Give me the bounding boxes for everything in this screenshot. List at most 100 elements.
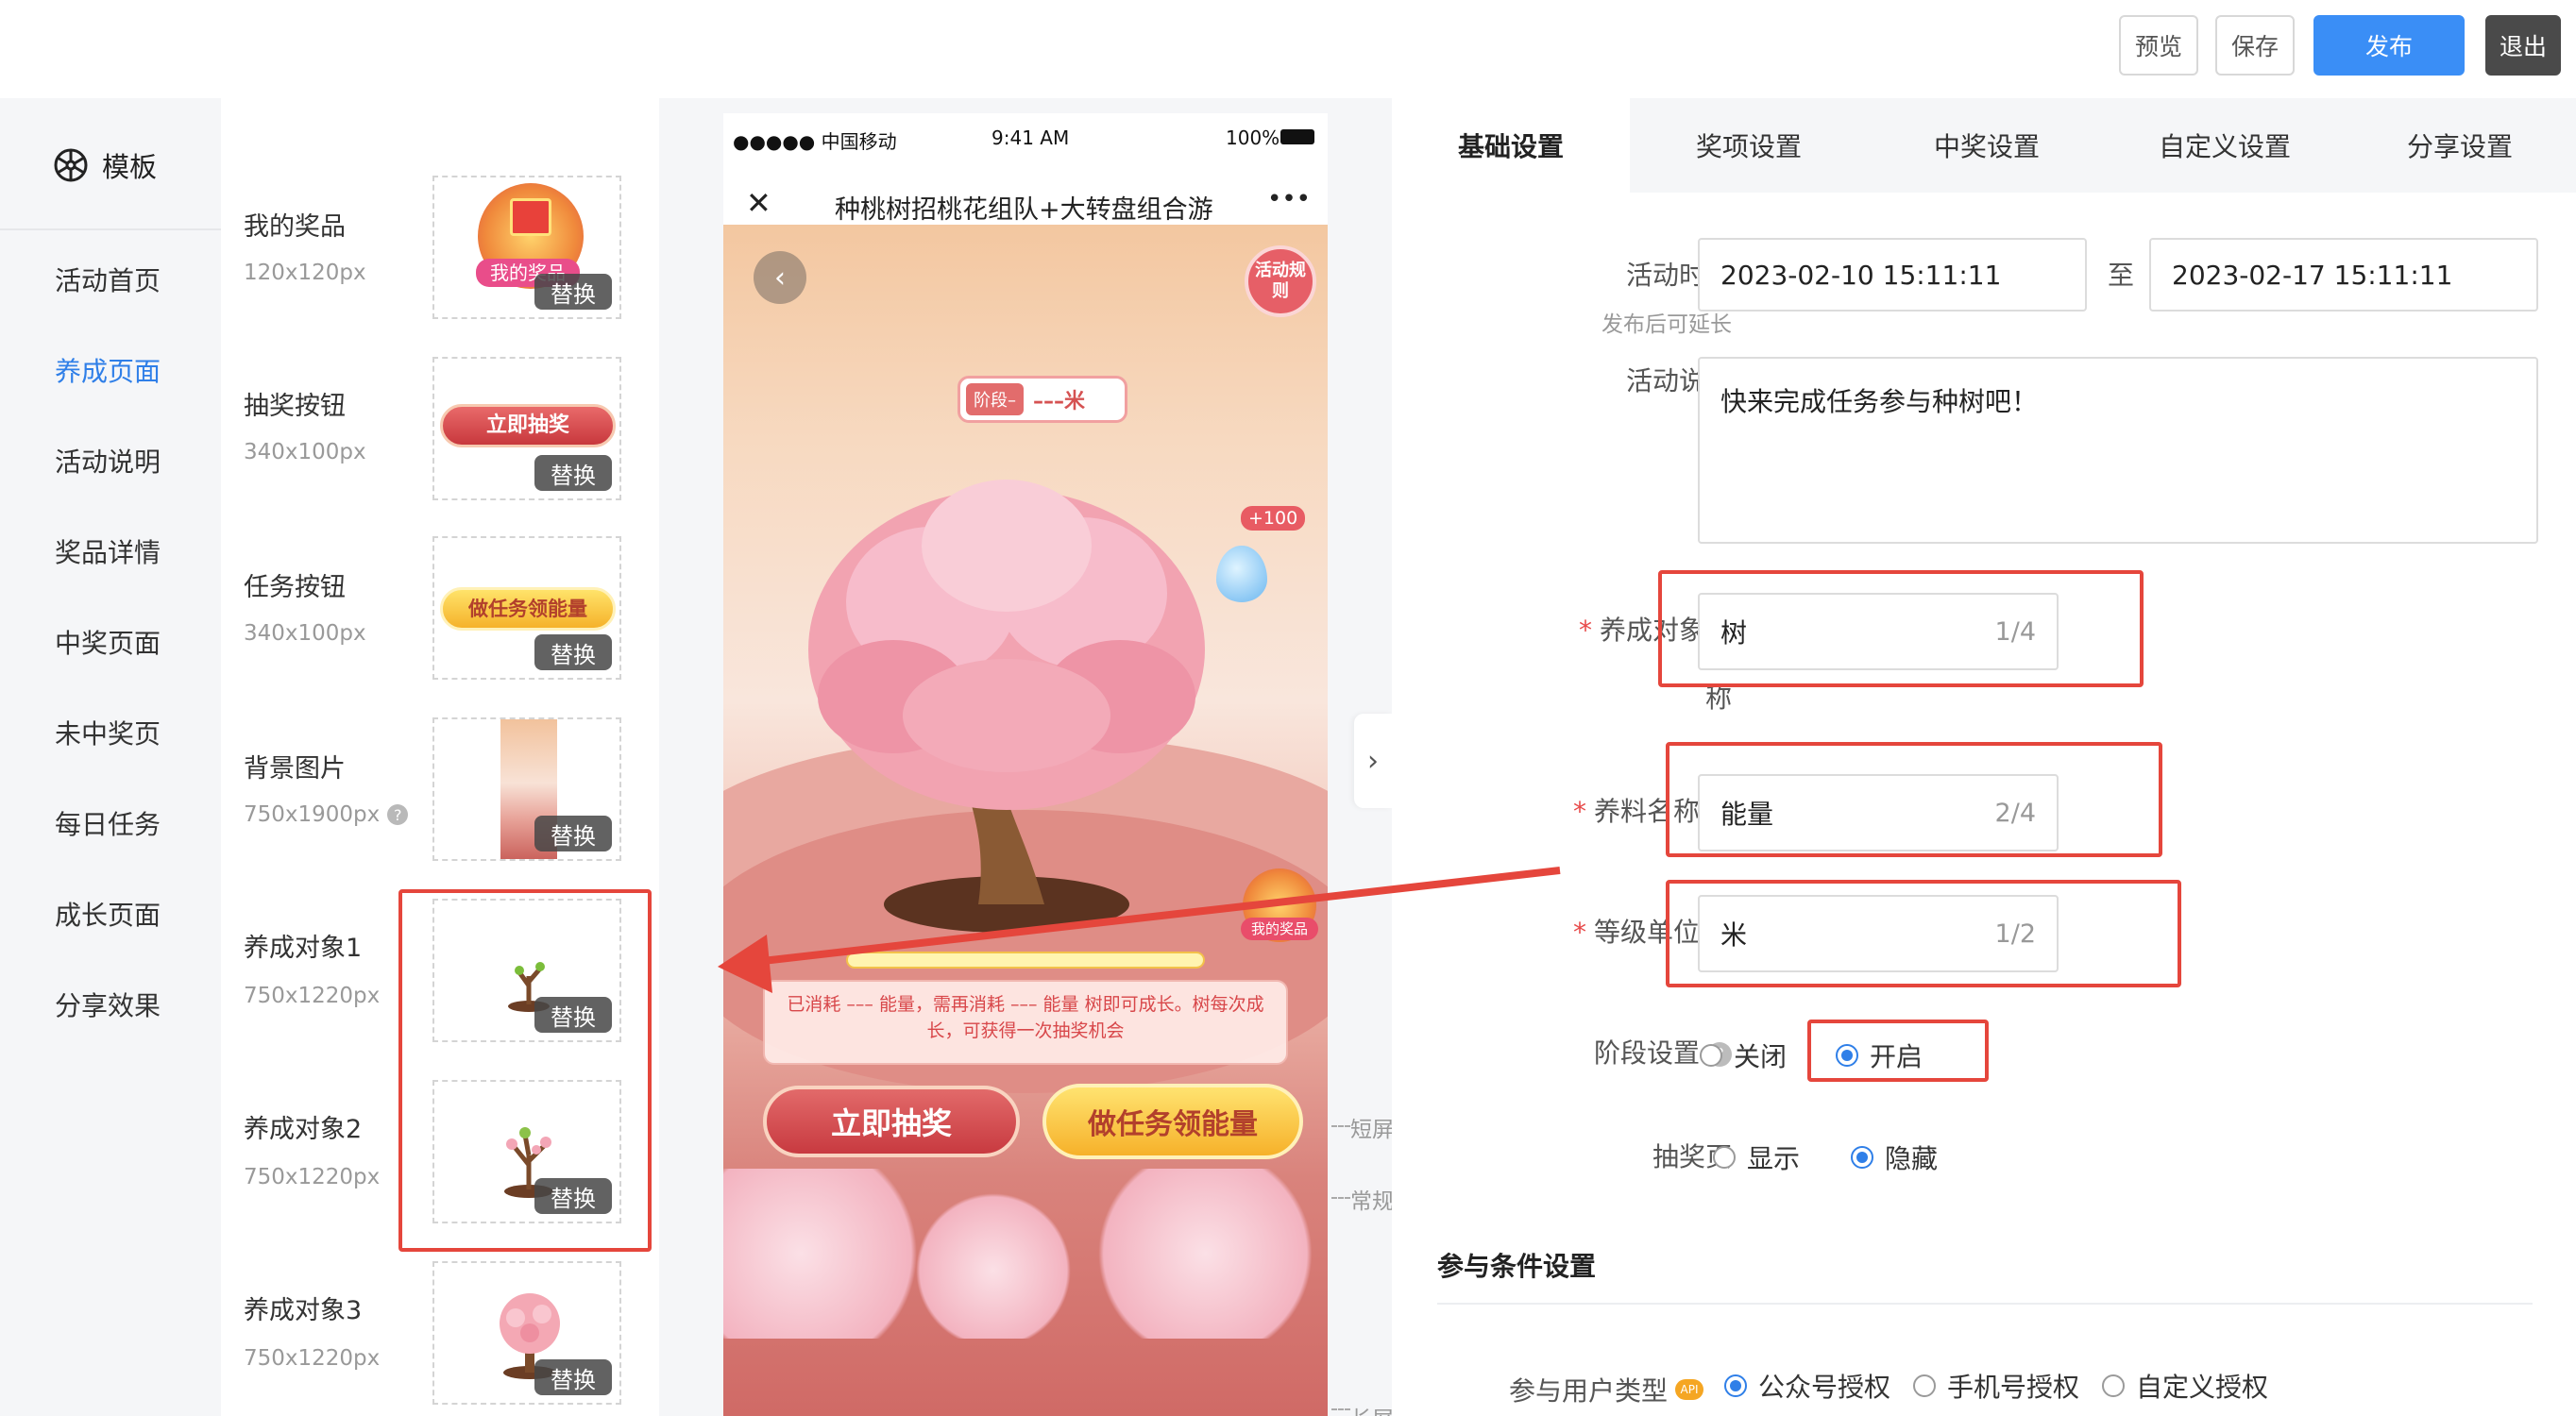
draw-hide-radio[interactable]: 隐藏 — [1851, 1138, 1938, 1176]
user-type-phone-radio[interactable]: 手机号授权 — [1913, 1367, 2079, 1405]
back-icon[interactable]: ‹ — [754, 251, 806, 304]
asset-size: 750x1220px — [244, 984, 381, 1008]
asset-size: 120x120px — [244, 261, 366, 285]
time-to-label: 至 — [2107, 260, 2134, 291]
save-button[interactable]: 保存 — [2215, 15, 2295, 76]
publish-button[interactable]: 发布 — [2313, 15, 2465, 76]
blossom-decoration — [723, 1169, 1328, 1339]
template-header[interactable]: 模板 — [53, 145, 157, 185]
user-type-custom-radio[interactable]: 自定义授权 — [2102, 1367, 2268, 1405]
nav-divider — [0, 228, 221, 230]
stage-setting-label-text: 阶段设置 — [1593, 1037, 1700, 1069]
guide-label-short: 短屏 — [1350, 1118, 1394, 1142]
energy-plus-badge: +100 — [1241, 506, 1306, 531]
highlight-box-objects — [398, 889, 652, 1252]
participation-section-title: 参与条件设置 — [1437, 1251, 1597, 1282]
exit-button[interactable]: 退出 — [2485, 15, 2561, 76]
phone-preview: ●●●●● 中国移动 9:41 AM 100% ✕ 种桃树招桃花组队+大转盘组合… — [723, 113, 1328, 1416]
end-time-input[interactable]: 2023-02-17 15:11:11 — [2149, 238, 2538, 312]
nav-item-win-page[interactable]: 中奖页面 — [55, 623, 161, 661]
game-scene: ‹ 活动规则 阶段– –––米 +100 我的奖品 已消耗 ––– 能量，需再消… — [723, 225, 1328, 1416]
asset-size: 750x1220px — [244, 1165, 381, 1189]
template-label: 模板 — [102, 151, 158, 183]
battery-icon — [1280, 129, 1314, 144]
stage-off-radio[interactable]: 关闭 — [1700, 1037, 1787, 1074]
api-badge: API — [1675, 1379, 1703, 1400]
user-type-custom-label: 自定义授权 — [2136, 1372, 2269, 1403]
asset-object3-thumb[interactable]: 替换 — [432, 1261, 621, 1405]
user-type-label-text: 参与用户类型 — [1508, 1375, 1668, 1407]
replace-button[interactable]: 替换 — [534, 274, 612, 310]
replace-button[interactable]: 替换 — [534, 455, 612, 491]
radio-unchecked-icon — [2102, 1374, 2125, 1397]
tab-basic[interactable]: 基础设置 — [1392, 98, 1630, 193]
collapse-panel-button[interactable]: › — [1354, 714, 1392, 808]
help-icon[interactable]: ? — [387, 804, 409, 825]
replace-button[interactable]: 替换 — [534, 634, 612, 670]
water-drop-icon[interactable] — [1216, 546, 1267, 602]
activity-rules-button[interactable]: 活动规则 — [1245, 245, 1316, 317]
asset-title: 任务按钮 — [244, 573, 346, 602]
highlight-box-unit — [1666, 880, 2181, 987]
stage-indicator: 阶段– –––米 — [958, 376, 1127, 423]
stage-value: –––米 — [1033, 390, 1086, 413]
asset-task-button-thumb[interactable]: 做任务领能量 替换 — [432, 536, 621, 680]
nav-item-share[interactable]: 分享效果 — [55, 986, 161, 1023]
stage-label: 阶段– — [966, 383, 1024, 415]
draw-show-label: 显示 — [1747, 1143, 1801, 1174]
replace-button[interactable]: 替换 — [534, 1359, 612, 1395]
nav-item-grow-page[interactable]: 成长页面 — [55, 895, 161, 933]
close-icon[interactable]: ✕ — [746, 185, 771, 221]
asset-title: 养成对象2 — [244, 1115, 363, 1144]
asset-draw-button-thumb[interactable]: 立即抽奖 替换 — [432, 357, 621, 500]
guide-label-long: 长屏 — [1350, 1401, 1394, 1416]
settings-panel: 基础设置 奖项设置 中奖设置 自定义设置 分享设置 活动时间 发布后可延长 20… — [1392, 98, 2576, 1416]
guide-line-long — [1331, 1408, 1350, 1410]
phone-status-bar: ●●●●● 中国移动 9:41 AM 100% — [723, 113, 1328, 166]
asset-background-thumb[interactable]: 替换 — [432, 717, 621, 861]
asset-my-prize-thumb[interactable]: 我的奖品 替换 — [432, 176, 621, 319]
asset-size: 750x1900px — [244, 802, 381, 827]
asset-title: 养成对象1 — [244, 934, 363, 963]
nav-item-home[interactable]: 活动首页 — [55, 261, 161, 298]
draw-hide-label: 隐藏 — [1885, 1143, 1939, 1174]
preview-button[interactable]: 预览 — [2119, 15, 2198, 76]
replace-button[interactable]: 替换 — [534, 816, 612, 851]
guide-label-normal: 常规 — [1350, 1189, 1394, 1214]
battery-label: 100% — [1226, 126, 1280, 149]
user-type-official-label: 公众号授权 — [1758, 1372, 1891, 1403]
tab-share[interactable]: 分享设置 — [2344, 98, 2576, 193]
nav-item-growth[interactable]: 养成页面 — [55, 351, 161, 389]
gift-box-shape — [510, 198, 551, 236]
description-textarea[interactable]: 快来完成任务参与种树吧！ — [1698, 357, 2538, 544]
radio-checked-icon — [1724, 1374, 1747, 1397]
tab-prizes[interactable]: 奖项设置 — [1630, 98, 1868, 193]
draw-button[interactable]: 立即抽奖 — [763, 1086, 1020, 1157]
more-icon[interactable]: ••• — [1267, 185, 1311, 213]
guide-line-short — [1331, 1125, 1350, 1127]
asset-panel: 我的奖品 120x120px 我的奖品 替换 抽奖按钮 340x100px 立即… — [221, 98, 659, 1416]
highlight-box-feed-name — [1666, 742, 2162, 857]
radio-checked-icon — [1851, 1146, 1873, 1169]
carrier-label: ●●●●● 中国移动 — [733, 130, 897, 153]
start-time-input[interactable]: 2023-02-10 15:11:11 — [1698, 238, 2087, 312]
draw-page-label: 抽奖页 — [1652, 1141, 1732, 1172]
tab-winning[interactable]: 中奖设置 — [1868, 98, 2106, 193]
asset-title: 背景图片 — [244, 754, 346, 784]
asset-title: 抽奖按钮 — [244, 392, 346, 421]
asset-title: 我的奖品 — [244, 212, 346, 242]
radio-unchecked-icon — [1913, 1374, 1936, 1397]
tab-custom[interactable]: 自定义设置 — [2106, 98, 2344, 193]
task-button[interactable]: 做任务领能量 — [1042, 1084, 1303, 1159]
asset-title: 养成对象3 — [244, 1296, 363, 1325]
nav-item-description[interactable]: 活动说明 — [55, 442, 161, 480]
draw-show-radio[interactable]: 显示 — [1713, 1138, 1800, 1176]
nav-item-prize-detail[interactable]: 奖品详情 — [55, 532, 161, 570]
asset-size-row: 750x1900px ? — [244, 802, 409, 827]
phone-page-title: 种桃树招桃花组队+大转盘组合游 — [835, 195, 1213, 225]
user-type-official-radio[interactable]: 公众号授权 — [1724, 1367, 1890, 1405]
template-wheel-icon — [54, 148, 88, 182]
asset-size: 340x100px — [244, 621, 366, 646]
nav-item-daily-task[interactable]: 每日任务 — [55, 804, 161, 842]
nav-item-lose-page[interactable]: 未中奖页 — [55, 714, 161, 751]
